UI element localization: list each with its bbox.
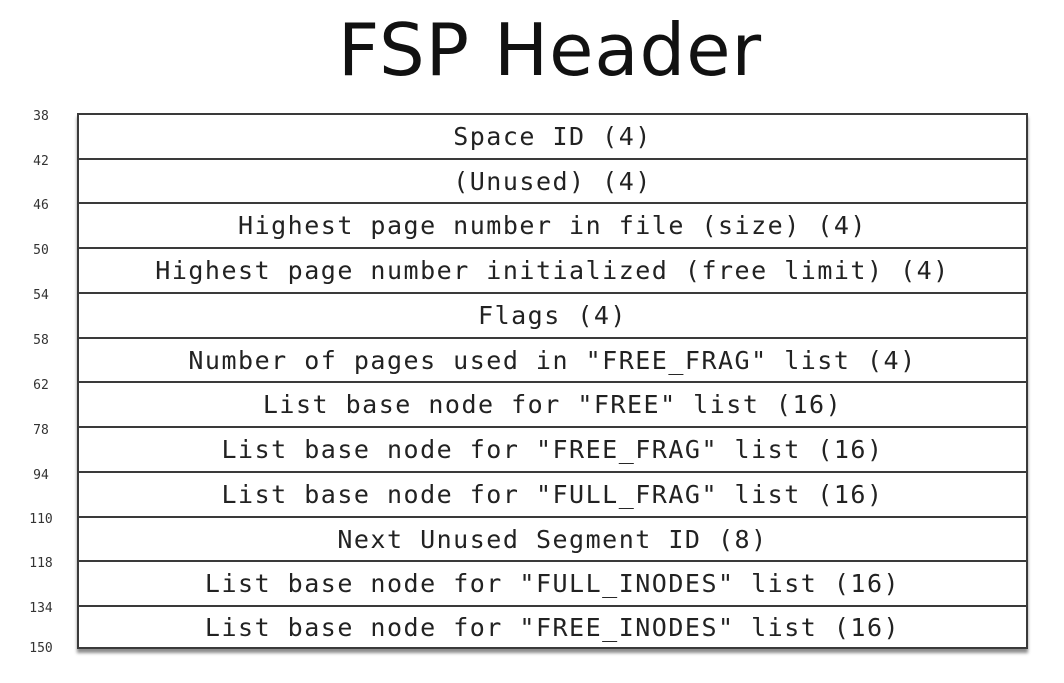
offset-label-end: 150 xyxy=(29,641,53,656)
field-row-free-list: List base node for "FREE" list (16) xyxy=(79,383,1026,428)
offset-label: 50 xyxy=(33,243,49,258)
offset-label: 46 xyxy=(33,198,49,213)
fsp-header-table: Space ID (4) (Unused) (4) Highest page n… xyxy=(77,113,1028,649)
offset-label: 54 xyxy=(33,288,49,303)
field-row-space-id: Space ID (4) xyxy=(79,115,1026,160)
offset-label: 62 xyxy=(33,378,49,393)
field-label: List base node for "FREE_FRAG" list (16) xyxy=(221,435,884,464)
field-label: List base node for "FREE_INODES" list (1… xyxy=(204,612,901,642)
field-row-free-inodes-list: List base node for "FREE_INODES" list (1… xyxy=(79,607,1026,647)
field-row-free-frag-list: List base node for "FREE_FRAG" list (16) xyxy=(79,428,1026,473)
field-row-flags: Flags (4) xyxy=(79,294,1026,339)
diagram-title: FSP Header xyxy=(337,8,763,92)
field-label: Space ID (4) xyxy=(453,122,652,151)
field-label: List base node for "FULL_INODES" list (1… xyxy=(204,569,901,598)
offset-label: 118 xyxy=(29,556,53,571)
offset-label: 134 xyxy=(29,601,53,616)
field-label: Highest page number in file (size) (4) xyxy=(238,211,867,240)
field-label: Flags (4) xyxy=(478,301,627,330)
field-label: Highest page number initialized (free li… xyxy=(155,256,950,285)
field-row-free-limit: Highest page number initialized (free li… xyxy=(79,249,1026,294)
offset-label: 94 xyxy=(33,468,49,483)
offset-label: 110 xyxy=(29,512,53,527)
field-label: Number of pages used in "FREE_FRAG" list… xyxy=(188,345,917,375)
field-row-size: Highest page number in file (size) (4) xyxy=(79,204,1026,249)
field-row-full-frag-list: List base node for "FULL_FRAG" list (16) xyxy=(79,473,1026,518)
field-label: List base node for "FULL_FRAG" list (16) xyxy=(221,480,884,509)
offset-label: 38 xyxy=(33,109,49,124)
field-label: (Unused) (4) xyxy=(453,166,652,196)
offset-label: 42 xyxy=(33,154,49,169)
field-row-full-inodes-list: List base node for "FULL_INODES" list (1… xyxy=(79,562,1026,607)
offset-label: 78 xyxy=(33,423,49,438)
offset-label: 58 xyxy=(33,333,49,348)
field-row-free-frag-used: Number of pages used in "FREE_FRAG" list… xyxy=(79,339,1026,383)
field-label: Next Unused Segment ID (8) xyxy=(337,524,768,554)
field-row-unused: (Unused) (4) xyxy=(79,160,1026,204)
field-row-next-segment-id: Next Unused Segment ID (8) xyxy=(79,518,1026,562)
field-label: List base node for "FREE" list (16) xyxy=(262,390,843,419)
